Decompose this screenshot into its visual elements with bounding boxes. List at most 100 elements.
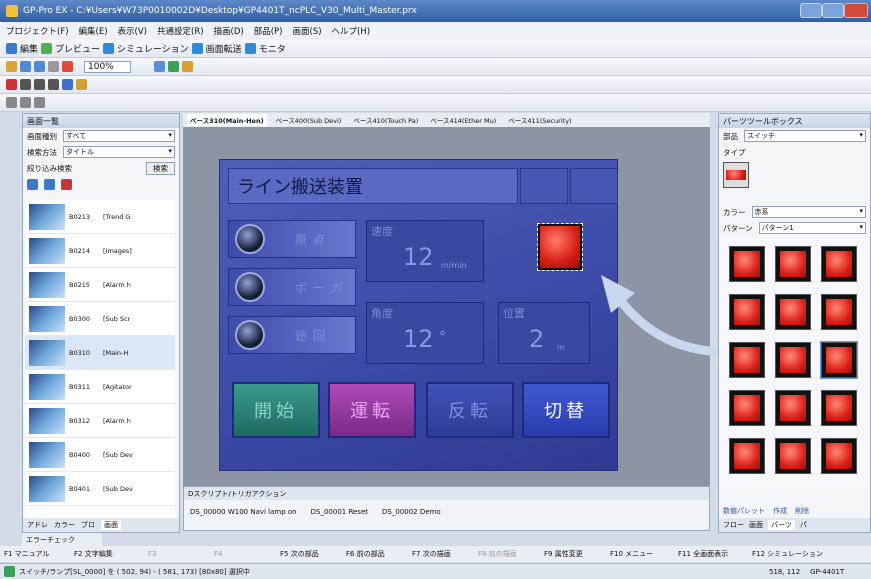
pattern-select[interactable]: パターン1	[758, 222, 866, 234]
f4-key[interactable]: F4	[214, 550, 274, 558]
tab-screen[interactable]: 画面	[101, 520, 121, 530]
f12-key[interactable]: F12 シミュレーション	[752, 549, 823, 559]
color-select[interactable]: 赤系	[751, 206, 866, 218]
reverse-button[interactable]: 反転	[426, 382, 514, 438]
switch-part-icon[interactable]	[62, 79, 73, 90]
lamp-return[interactable]: 途回	[228, 316, 356, 354]
align-icon[interactable]	[181, 61, 193, 72]
switch-option-dragged[interactable]	[820, 341, 858, 379]
menu-common[interactable]: 共通設定(R)	[157, 25, 204, 37]
start-button[interactable]: 開始	[232, 382, 320, 438]
simulation-button[interactable]: シミュレーション	[117, 42, 189, 55]
screen-type-select[interactable]: すべて	[63, 130, 175, 142]
f7-key[interactable]: F7 次の描画	[412, 549, 472, 559]
circle-icon[interactable]	[48, 79, 59, 90]
list-item[interactable]: B0312 [Alarm h	[25, 404, 175, 438]
list-item[interactable]: B0401 [Sub Dev	[25, 472, 175, 506]
tab-color[interactable]: カラー	[54, 520, 75, 530]
grid-icon[interactable]	[167, 61, 179, 72]
tab-base-400[interactable]: ベース400(Sub Devi)	[273, 114, 345, 126]
tab-flow[interactable]: フロー	[723, 520, 744, 530]
tab-base-411[interactable]: ベース411(Security)	[505, 114, 574, 126]
tab-base-410[interactable]: ベース410(Touch Pa)	[350, 114, 421, 126]
create-link[interactable]: 作成	[773, 506, 787, 516]
delete-icon[interactable]	[61, 178, 72, 190]
tab-screen-image[interactable]: 画面	[749, 520, 763, 530]
new-icon[interactable]	[6, 61, 17, 72]
menu-icon[interactable]	[520, 168, 568, 204]
line-icon[interactable]	[20, 79, 31, 90]
switch-option[interactable]	[821, 294, 857, 330]
lamp-conveyor[interactable]: ボーガ	[228, 268, 356, 306]
switch-option[interactable]	[775, 342, 811, 378]
switch-option[interactable]	[775, 246, 811, 282]
menu-view[interactable]: 表示(V)	[118, 25, 147, 37]
lamp-part-icon[interactable]	[76, 79, 87, 90]
search-button[interactable]: 検索	[146, 161, 175, 175]
f8-key[interactable]: F8 前の描画	[478, 549, 538, 559]
tab-parts[interactable]: パーツ	[768, 520, 795, 530]
print-icon[interactable]	[48, 61, 59, 72]
copy-icon[interactable]	[44, 178, 55, 190]
angle-display[interactable]: 角度 12 °	[366, 302, 484, 364]
lamp-origin[interactable]: 原点	[228, 220, 356, 258]
numeric-palette-link[interactable]: 数値パレット	[723, 506, 765, 516]
save-icon[interactable]	[34, 61, 45, 72]
home-icon[interactable]	[570, 168, 618, 204]
minimize-button[interactable]	[800, 3, 822, 18]
tab-more[interactable]: パ	[800, 520, 807, 530]
switch-option[interactable]	[775, 294, 811, 330]
open-icon[interactable]	[20, 61, 31, 72]
hmi-screen[interactable]: ライン搬送装置 原点 ボーガ 途回 速度 12 m/min 角度 12 ° 位置…	[219, 159, 618, 471]
view-icon[interactable]	[27, 178, 38, 190]
delete-icon[interactable]	[62, 61, 73, 72]
f5-key[interactable]: F5 次の部品	[280, 549, 340, 559]
switch-option[interactable]	[775, 438, 811, 474]
run-button[interactable]: 運転	[328, 382, 416, 438]
layer-icon[interactable]	[153, 61, 165, 72]
menu-edit[interactable]: 編集(E)	[79, 25, 108, 37]
rectangle-icon[interactable]	[34, 79, 45, 90]
switch-option[interactable]	[729, 390, 765, 426]
maximize-button[interactable]	[822, 3, 844, 18]
preview-button[interactable]: プレビュー	[55, 42, 100, 55]
transfer-button[interactable]: 画面転送	[206, 42, 242, 55]
tab-block[interactable]: ブロ	[81, 520, 95, 530]
f6-key[interactable]: F6 前の部品	[346, 549, 406, 559]
f11-key[interactable]: F11 全画面表示	[678, 549, 746, 559]
f9-key[interactable]: F9 属性変更	[544, 549, 604, 559]
align-left-icon[interactable]	[6, 97, 17, 108]
speed-display[interactable]: 速度 12 m/min	[366, 220, 484, 282]
list-item[interactable]: B0400 [Sub Dev	[25, 438, 175, 472]
switch-option[interactable]	[729, 438, 765, 474]
zoom-select[interactable]: 100%	[84, 60, 131, 73]
script-item[interactable]: DS_00002 Demo	[382, 508, 441, 516]
switch-option[interactable]	[821, 390, 857, 426]
switch-button[interactable]: 切替	[522, 382, 610, 438]
menu-project[interactable]: プロジェクト(F)	[6, 25, 69, 37]
part-select[interactable]: スイッチ	[744, 130, 866, 142]
list-item[interactable]: B0300 [Sub Scr	[25, 302, 175, 336]
script-item[interactable]: DS_00000 W100 Navi lamp on	[190, 508, 297, 516]
switch-option[interactable]	[821, 438, 857, 474]
f10-key[interactable]: F10 メニュー	[610, 549, 672, 559]
list-item[interactable]: B0215 [Alarm h	[25, 268, 175, 302]
script-item[interactable]: DS_00001 Reset	[311, 508, 368, 516]
monitor-button[interactable]: モニタ	[259, 42, 286, 55]
list-item[interactable]: B0310 [Main-H	[25, 336, 175, 370]
f2-key[interactable]: F2 文字編集	[74, 549, 142, 559]
align-center-icon[interactable]	[20, 97, 31, 108]
close-button[interactable]	[844, 3, 868, 18]
search-method-select[interactable]: タイトル	[63, 146, 175, 158]
type-bar-icon[interactable]	[723, 162, 749, 188]
f1-key[interactable]: F1 マニュアル	[4, 549, 68, 559]
tab-address[interactable]: アドレ	[27, 520, 48, 530]
tab-base-310[interactable]: ベース310(Main-Hen)	[187, 114, 267, 126]
list-item[interactable]: B0311 [Agitator	[25, 370, 175, 404]
switch-option[interactable]	[729, 294, 765, 330]
text-icon[interactable]	[6, 79, 17, 90]
f3-key[interactable]: F3	[148, 550, 208, 558]
tab-base-414[interactable]: ベース414(Ether Mu)	[427, 114, 499, 126]
delete-link[interactable]: 削除	[795, 506, 809, 516]
menu-help[interactable]: ヘルプ(H)	[332, 25, 371, 37]
